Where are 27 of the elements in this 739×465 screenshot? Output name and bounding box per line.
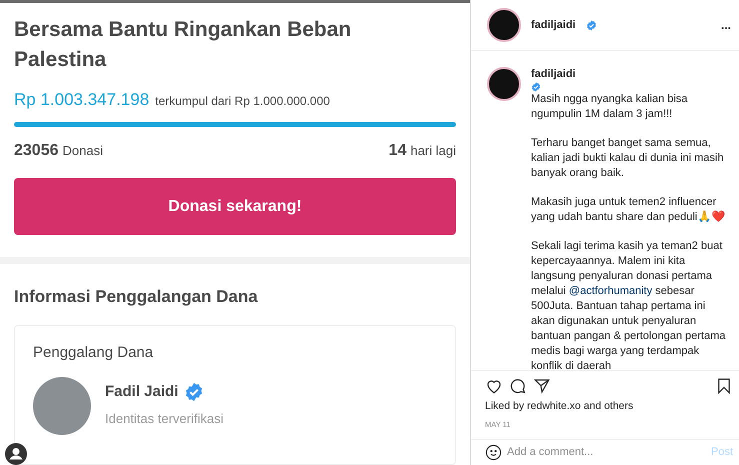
more-options[interactable]: ... [720, 16, 731, 34]
card-title: Penggalang Dana [33, 343, 154, 363]
donate-button[interactable]: Donasi sekarang! [14, 178, 456, 236]
emoji-icon[interactable] [485, 444, 502, 461]
caption-paragraph: Terharu banget banget sama semua, kalian jadi bukti kalau di dunia ini masih banyak orang baik. [531, 136, 725, 181]
caption-paragraph: Makasih juga untuk temen2 influencer yang udah bantu share dan peduli🙏❤ [531, 195, 726, 225]
bookmark-icon[interactable] [715, 377, 733, 395]
share-icon[interactable] [533, 377, 551, 395]
avatar[interactable] [487, 8, 521, 42]
collected-amount: Rp 1.003.347.198 [14, 88, 150, 111]
username[interactable]: fadiljaidi [531, 16, 576, 34]
likes-text[interactable]: Liked by redwhite.xo and others [471, 399, 739, 415]
caption-paragraph: Sekali lagi terima kasih ya teman2 buat kepercayaannya. Malem ini kita langsung penyaluran donasi pertama melalui @actforhumanity sebesar 500Juta. Bantuan tahap pertama ini akan digunakan untuk penyaluran bantuan pangan & pertolongan pertama medis bagi warga yang terdampak konflik di daerah [531, 239, 726, 374]
donation-label: Donasi [62, 142, 103, 160]
target-amount: terkumpul dari Rp 1.000.000.000 [155, 92, 330, 110]
caption-paragraph: fadiljaidi Masih ngga nyangka kalian bisa ngumpulin 1M dalam 3 jam!!! [531, 67, 689, 122]
comment-field[interactable]: Add a comment... [507, 444, 706, 461]
mention-link[interactable]: @actforhumanity [568, 285, 652, 297]
fundraiser-name: Fadil Jaidi [105, 382, 178, 402]
verification-status: Identitas terverifikasi [105, 410, 224, 428]
days-count: 14 [388, 141, 406, 162]
campaign-title: Bersama Bantu Ringankan Beban Palestina [14, 16, 352, 73]
avatar[interactable] [487, 67, 521, 101]
days-label: hari lagi [410, 142, 456, 160]
section-heading: Informasi Penggalangan Dana [14, 286, 259, 308]
comment-icon[interactable] [509, 377, 527, 395]
donation-count: 23056 [14, 141, 58, 162]
